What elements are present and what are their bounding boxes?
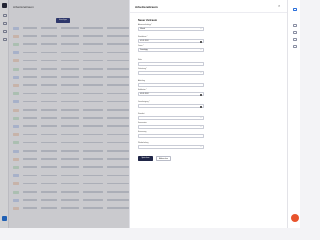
bell-icon[interactable] xyxy=(292,31,297,34)
settings-icon[interactable] xyxy=(292,38,297,41)
location-select[interactable]: ⌄ xyxy=(138,116,204,121)
start-date-value: 01.01.2024 xyxy=(140,40,149,42)
recurrence-select[interactable]: ⌄ xyxy=(138,145,204,150)
calendar-icon[interactable] xyxy=(199,40,202,43)
absence-type-label: Abwesenheitstyp * xyxy=(138,24,152,26)
approval-field[interactable] xyxy=(138,104,204,109)
recurrence-label: Wiederholung xyxy=(138,142,149,144)
help-icon[interactable] xyxy=(292,8,297,11)
chevron-down-icon: ⌄ xyxy=(200,126,202,129)
department-input[interactable] xyxy=(138,83,204,88)
reminder-label: Erinnerung xyxy=(138,131,147,133)
start-date-field[interactable]: 01.01.2024 xyxy=(138,39,204,44)
end-date-field[interactable]: 05.01.2024 xyxy=(138,92,204,97)
note-input[interactable] xyxy=(138,62,204,67)
calendar-icon[interactable] xyxy=(199,105,202,108)
close-icon[interactable]: × xyxy=(278,4,280,8)
comment-select[interactable]: ⌄ xyxy=(138,125,204,130)
calendar-icon[interactable] xyxy=(199,93,202,96)
section-title: Neuer Zeitraum xyxy=(138,19,158,22)
location-label: Standort xyxy=(138,113,145,115)
chevron-down-icon: ⌄ xyxy=(200,49,202,52)
duration-value: Ganztägig xyxy=(140,49,148,51)
apps-icon[interactable] xyxy=(292,24,297,27)
chevron-down-icon: ⌄ xyxy=(200,117,202,120)
chat-bubble-icon[interactable] xyxy=(290,214,299,222)
save-button[interactable]: Speichern xyxy=(138,156,153,161)
absence-type-value: Urlaub xyxy=(140,28,145,30)
drawer-panel: Arbeitszeitraum × Neuer Zeitraum Abwesen… xyxy=(129,0,288,228)
absence-type-select[interactable]: Urlaub ⌄ xyxy=(138,27,204,32)
reminder-input[interactable] xyxy=(138,134,204,139)
duration-select[interactable]: Ganztägig ⌄ xyxy=(138,48,204,53)
substitute-label: Vertretung * xyxy=(138,68,147,70)
drawer-header: Arbeitszeitraum × xyxy=(130,0,288,13)
duration-label: Dauer * xyxy=(138,45,144,47)
end-date-value: 05.01.2024 xyxy=(140,93,149,95)
chevron-down-icon: ⌄ xyxy=(200,146,202,149)
department-label: Abteilung xyxy=(138,80,146,82)
chevron-down-icon: ⌄ xyxy=(200,28,202,31)
comment-label: Kommentar xyxy=(138,122,147,124)
drawer-title: Arbeitszeitraum xyxy=(135,5,158,9)
approval-label: Genehmigung * xyxy=(138,101,150,103)
chevron-down-icon: ⌄ xyxy=(200,72,202,75)
end-date-label: Enddatum * xyxy=(138,89,147,91)
note-label: Notiz xyxy=(138,59,142,61)
cancel-button[interactable]: Abbrechen xyxy=(156,156,171,161)
start-date-label: Startdatum * xyxy=(138,36,148,38)
user-icon[interactable] xyxy=(292,45,297,48)
substitute-select[interactable]: ⌄ xyxy=(138,71,204,76)
right-rail xyxy=(287,0,300,228)
